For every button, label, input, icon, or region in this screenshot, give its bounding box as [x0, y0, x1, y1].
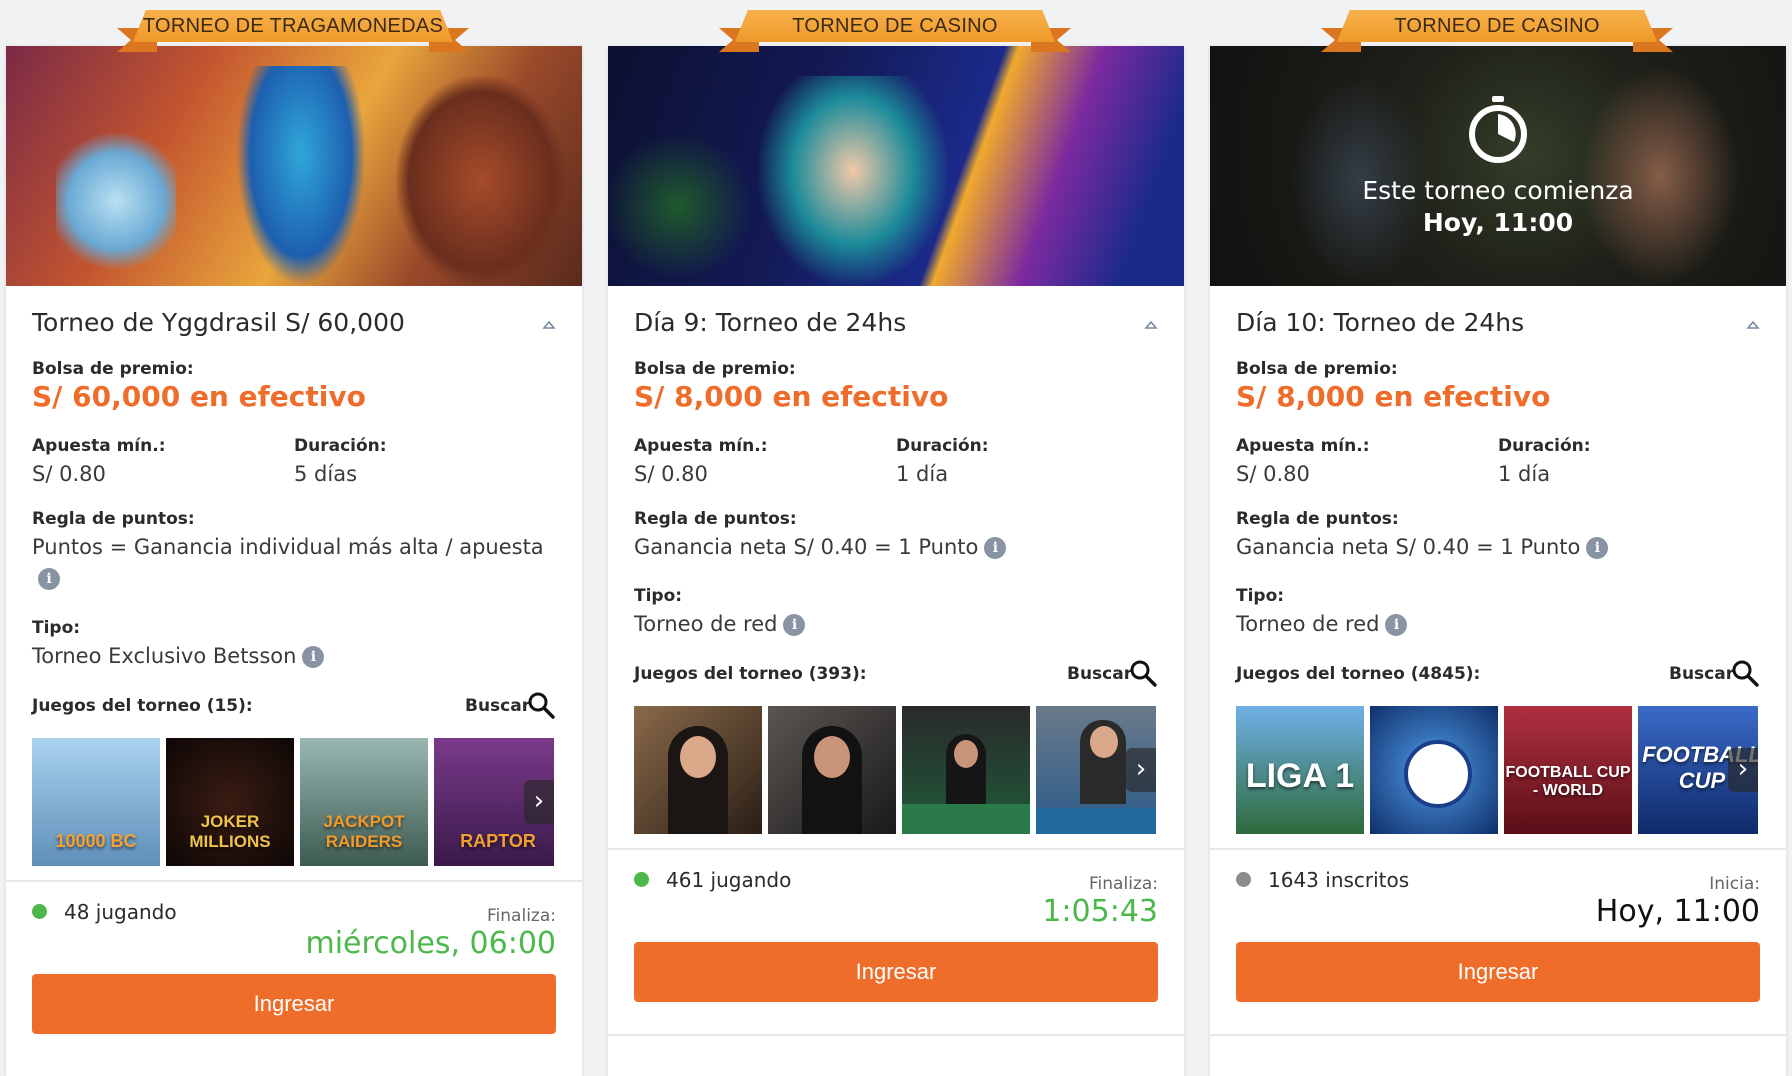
tournament-type-ribbon: TORNEO DE TRAGAMONEDAS	[117, 10, 453, 52]
search-icon[interactable]	[526, 690, 556, 720]
games-carousel: LIGA 1 FOOTBALL CUP - WORLD FOOTBALL CUP…	[1236, 706, 1758, 834]
end-label: Finaliza:	[487, 906, 556, 926]
points-rule-value: Ganancia neta S/ 0.40 = 1 Punto	[1236, 535, 1581, 559]
players-count: 461 jugando	[666, 868, 792, 892]
games-label: Juegos del torneo (4845):	[1236, 664, 1481, 684]
status-dot	[32, 904, 47, 919]
info-icon[interactable]: i	[1385, 614, 1408, 636]
min-bet-label: Apuesta mín.:	[32, 436, 166, 456]
games-label: Juegos del torneo (393):	[634, 664, 867, 684]
status-dot	[634, 872, 649, 887]
min-bet-value: S/ 0.80	[1236, 462, 1310, 486]
tournament-card: Día 9: Torneo de 24hs Bolsa de premio: S…	[608, 46, 1184, 1076]
prize-label: Bolsa de premio:	[32, 359, 194, 379]
prize-value: S/ 8,000 en efectivo	[634, 380, 949, 413]
carousel-next-arrow[interactable]: ›	[524, 780, 554, 824]
registered-count: 1643 inscritos	[1268, 868, 1410, 892]
search-label[interactable]: Buscar	[1067, 664, 1132, 684]
duration-label: Duración:	[896, 436, 989, 456]
duration-label: Duración:	[294, 436, 387, 456]
start-label: Inicia:	[1709, 874, 1760, 894]
game-thumbnail[interactable]	[634, 706, 762, 834]
duration-value: 1 día	[1498, 462, 1551, 486]
points-rule-label: Regla de puntos:	[634, 509, 797, 529]
ribbon-label: TORNEO DE TRAGAMONEDAS	[133, 10, 453, 42]
tournament-type-ribbon: TORNEO DE CASINO	[719, 10, 1055, 52]
games-carousel: 10000 BC JOKER MILLIONS JACKPOT RAIDERS …	[32, 738, 554, 866]
points-rule-label: Regla de puntos:	[32, 509, 195, 529]
join-button[interactable]: Ingresar	[32, 974, 556, 1034]
game-thumbnail[interactable]: 10000 BC	[32, 738, 160, 866]
min-bet-label: Apuesta mín.:	[1236, 436, 1370, 456]
search-label[interactable]: Buscar	[1669, 664, 1734, 684]
game-thumbnail[interactable]: LIGA 1	[1236, 706, 1364, 834]
end-time: miércoles, 06:00	[305, 926, 557, 961]
tournament-card: Torneo de Yggdrasil S/ 60,000 Bolsa de p…	[6, 46, 582, 1076]
points-rule-value: Puntos = Ganancia individual más alta / …	[32, 535, 544, 559]
chevron-up-icon[interactable]	[1144, 318, 1158, 332]
info-icon[interactable]: i	[783, 614, 806, 636]
type-value: Torneo de red	[1236, 612, 1380, 636]
min-bet-value: S/ 0.80	[32, 462, 106, 486]
status-dot	[1236, 872, 1251, 887]
tournament-type-ribbon: TORNEO DE CASINO	[1321, 10, 1657, 52]
chevron-up-icon[interactable]	[542, 318, 556, 332]
tournament-title: Día 10: Torneo de 24hs	[1236, 308, 1525, 337]
starts-time: Hoy, 11:00	[1422, 208, 1574, 237]
stopwatch-icon	[1469, 96, 1527, 163]
duration-label: Duración:	[1498, 436, 1591, 456]
type-label: Tipo:	[32, 618, 81, 638]
type-label: Tipo:	[1236, 586, 1285, 606]
info-icon[interactable]: i	[302, 646, 325, 668]
players-count: 48 jugando	[64, 900, 177, 924]
carousel-next-arrow[interactable]: ›	[1126, 748, 1156, 792]
starts-label: Este torneo comienza	[1362, 176, 1634, 205]
tournament-banner-image[interactable]	[6, 46, 582, 286]
prize-label: Bolsa de premio:	[1236, 359, 1398, 379]
prize-value: S/ 8,000 en efectivo	[1236, 380, 1551, 413]
games-carousel: ›	[634, 706, 1156, 834]
tournament-banner-image[interactable]	[608, 46, 1184, 286]
game-thumbnail[interactable]: JOKER MILLIONS	[166, 738, 294, 866]
end-time: 1:05:43	[1042, 894, 1158, 929]
prize-label: Bolsa de premio:	[634, 359, 796, 379]
min-bet-value: S/ 0.80	[634, 462, 708, 486]
search-label[interactable]: Buscar	[465, 696, 530, 716]
tournament-banner-image[interactable]: Este torneo comienza Hoy, 11:00	[1210, 46, 1786, 286]
min-bet-label: Apuesta mín.:	[634, 436, 768, 456]
tournament-title: Torneo de Yggdrasil S/ 60,000	[32, 308, 405, 337]
games-label: Juegos del torneo (15):	[32, 696, 253, 716]
points-rule-value: Ganancia neta S/ 0.40 = 1 Punto	[634, 535, 979, 559]
points-rule-label: Regla de puntos:	[1236, 509, 1399, 529]
type-label: Tipo:	[634, 586, 683, 606]
search-icon[interactable]	[1128, 658, 1158, 688]
tournament-card: Este torneo comienza Hoy, 11:00 Día 10: …	[1210, 46, 1786, 1076]
info-icon[interactable]: i	[1586, 537, 1609, 559]
duration-value: 1 día	[896, 462, 949, 486]
start-time: Hoy, 11:00	[1595, 894, 1760, 929]
ribbon-label: TORNEO DE CASINO	[1337, 10, 1657, 42]
end-label: Finaliza:	[1089, 874, 1158, 894]
join-button[interactable]: Ingresar	[1236, 942, 1760, 1002]
duration-value: 5 días	[294, 462, 358, 486]
game-thumbnail[interactable]: FOOTBALL CUP - WORLD	[1504, 706, 1632, 834]
game-thumbnail[interactable]	[902, 706, 1030, 834]
tournament-title: Día 9: Torneo de 24hs	[634, 308, 907, 337]
game-thumbnail[interactable]	[768, 706, 896, 834]
join-button[interactable]: Ingresar	[634, 942, 1158, 1002]
search-icon[interactable]	[1730, 658, 1760, 688]
type-value: Torneo de red	[634, 612, 778, 636]
game-thumbnail[interactable]	[1370, 706, 1498, 834]
carousel-next-arrow[interactable]: ›	[1728, 748, 1758, 792]
game-thumbnail[interactable]: JACKPOT RAIDERS	[300, 738, 428, 866]
info-icon[interactable]: i	[38, 568, 60, 590]
ribbon-label: TORNEO DE CASINO	[735, 10, 1055, 42]
type-value: Torneo Exclusivo Betsson	[32, 644, 297, 668]
chevron-up-icon[interactable]	[1746, 318, 1760, 332]
prize-value: S/ 60,000 en efectivo	[32, 380, 366, 413]
info-icon[interactable]: i	[984, 537, 1007, 559]
